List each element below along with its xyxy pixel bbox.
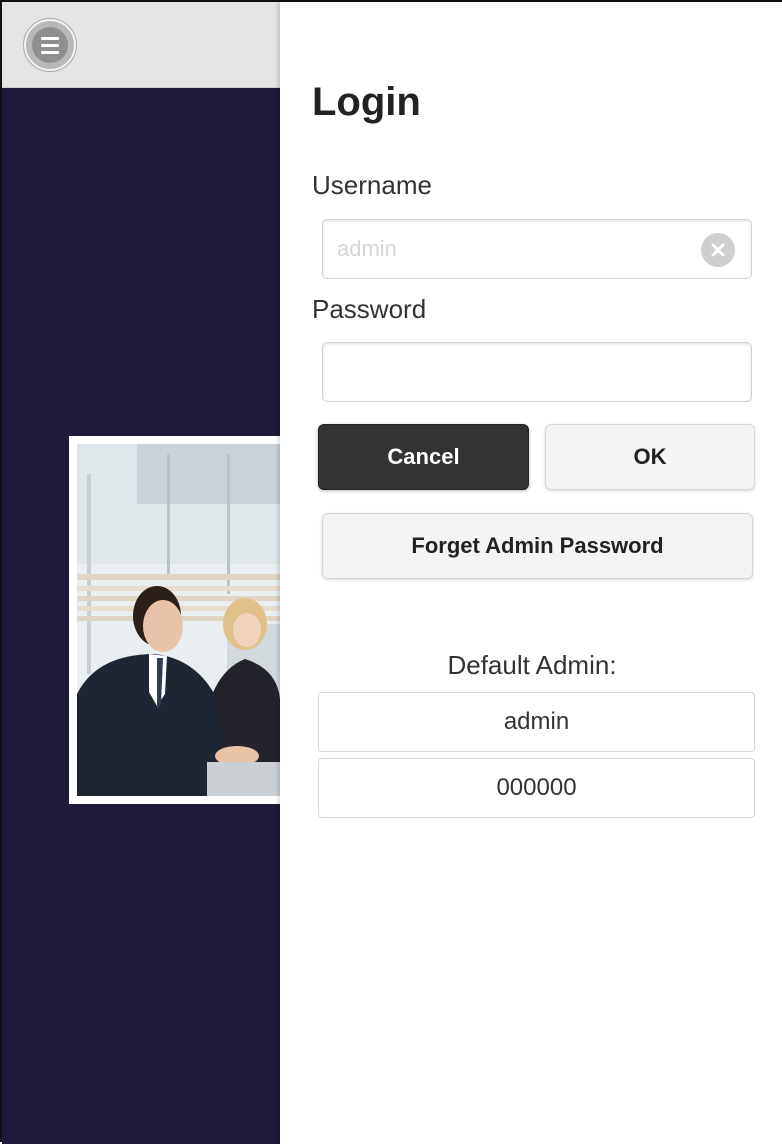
password-field[interactable] <box>322 342 752 402</box>
clear-icon[interactable] <box>701 233 735 267</box>
password-input[interactable] <box>323 343 751 401</box>
top-header <box>2 2 280 88</box>
menu-icon <box>32 27 68 63</box>
username-input[interactable] <box>323 220 751 278</box>
cancel-button[interactable]: Cancel <box>318 424 529 490</box>
username-field[interactable] <box>322 219 752 279</box>
password-label: Password <box>312 294 427 324</box>
default-admin-password: 000000 <box>318 758 755 818</box>
background-app <box>2 2 280 1144</box>
default-admin-label: Default Admin: <box>447 650 617 680</box>
login-title: Login <box>312 80 421 124</box>
default-admin-username: admin <box>318 692 755 752</box>
meeting-photo <box>69 436 280 804</box>
app-window: Login Username Password Cancel OK Forget… <box>0 0 782 1144</box>
ok-button[interactable]: OK <box>545 424 755 490</box>
menu-button[interactable] <box>24 19 76 71</box>
forget-admin-password-button[interactable]: Forget Admin Password <box>322 513 753 579</box>
login-panel: Login Username Password Cancel OK Forget… <box>280 2 782 1144</box>
username-label: Username <box>312 170 432 200</box>
